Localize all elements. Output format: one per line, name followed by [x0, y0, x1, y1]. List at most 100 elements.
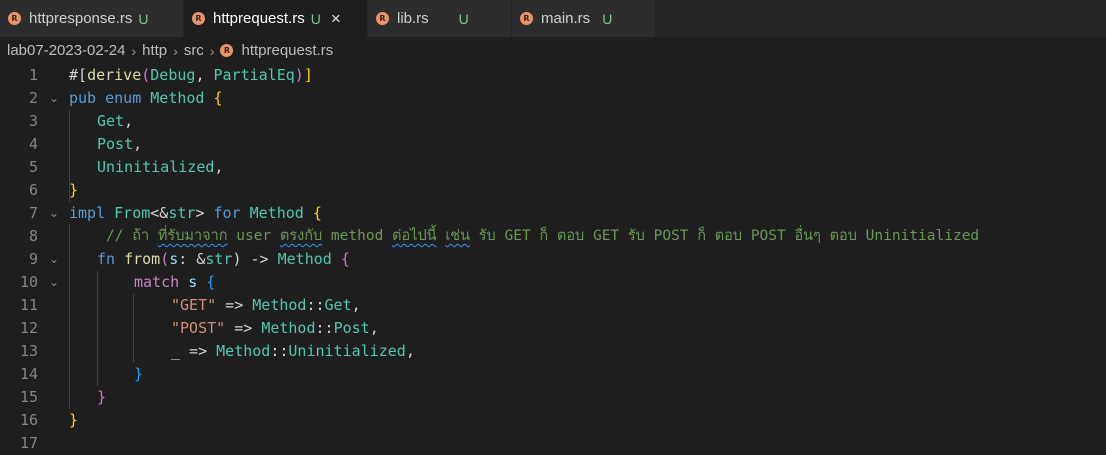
chevron-right-icon: › [209, 42, 215, 59]
token: impl [69, 204, 106, 222]
tab-label: httprequest.rs [213, 10, 305, 27]
fold-chevron-icon[interactable]: ⌄ [49, 248, 59, 271]
token: รับ GET ก็ ตอบ GET รับ POST ก็ ตอบ POST … [470, 228, 980, 244]
code-line: 8 // ถ้า ที่รับมาจาก user ตรงกับ method … [0, 225, 1106, 248]
code-line: 2 ⌄ pub enum Method { [0, 87, 1106, 110]
token: , [214, 158, 224, 176]
token: ( [141, 66, 151, 84]
token: from [124, 250, 161, 268]
code-text: } [134, 363, 143, 386]
token: fn [97, 250, 116, 268]
code-comment: // ถ้า ที่รับมาจาก user ตรงกับ method ต่… [106, 225, 979, 248]
editor-tab-bar: R httpresponse.rs U R httprequest.rs U ×… [0, 0, 1106, 37]
untracked-badge: U [310, 10, 321, 27]
tab-httprequest[interactable]: R httprequest.rs U × [184, 0, 368, 37]
line-number: 10 [19, 273, 38, 291]
token: Post [97, 135, 134, 153]
token: str [168, 204, 196, 222]
untracked-badge: U [458, 10, 469, 27]
line-number: 4 [28, 135, 38, 153]
code-text: } [69, 409, 78, 432]
breadcrumb: lab07-2023-02-24 › http › src › R httpre… [0, 37, 1106, 64]
line-number: 11 [19, 296, 38, 314]
tab-httpresponse[interactable]: R httpresponse.rs U [0, 0, 184, 37]
code-editor[interactable]: 1 #[derive(Debug, PartialEq)] 2 ⌄ pub en… [0, 64, 1106, 452]
rust-file-icon: R [220, 44, 234, 57]
line-number: 9 [28, 250, 38, 268]
token: => [216, 296, 253, 314]
token: ) -> [232, 250, 278, 268]
code-text: } [69, 179, 78, 202]
code-line: 17 [0, 432, 1106, 455]
token: { [312, 204, 322, 222]
code-line: 12 "POST" => Method::Post, [0, 317, 1106, 340]
token: "POST" [171, 319, 226, 337]
line-number: 5 [28, 158, 38, 176]
code-line: 16 } [0, 409, 1106, 432]
breadcrumb-item-file[interactable]: httprequest.rs [241, 42, 333, 59]
token: ] [303, 66, 313, 84]
code-text: "GET" => Method::Get, [171, 294, 361, 317]
code-text: } [97, 386, 106, 409]
token: #[ [69, 66, 88, 84]
token: Debug [150, 66, 196, 84]
token: match [134, 273, 180, 291]
breadcrumb-item-src[interactable]: src [184, 42, 204, 59]
code-text: fn from(s: &str) -> Method { [97, 248, 350, 271]
code-line: 14 } [0, 363, 1106, 386]
token: } [69, 411, 79, 429]
token: :: [315, 319, 334, 337]
code-text: #[derive(Debug, PartialEq)] [69, 64, 313, 87]
line-number: 2 [28, 89, 38, 107]
code-text: impl From<&str> for Method { [69, 202, 322, 225]
token: From [114, 204, 151, 222]
token: s [188, 273, 198, 291]
fold-chevron-icon[interactable]: ⌄ [49, 87, 59, 110]
token: enum [105, 89, 142, 107]
fold-chevron-icon[interactable]: ⌄ [49, 202, 59, 225]
tab-main[interactable]: R main.rs U [512, 0, 656, 37]
token: str [205, 250, 233, 268]
breadcrumb-item-root[interactable]: lab07-2023-02-24 [7, 42, 125, 59]
token: Method [261, 319, 316, 337]
rust-file-icon: R [520, 12, 533, 25]
code-text: Uninitialized, [97, 156, 223, 179]
token: // ถ้า [106, 228, 158, 244]
line-number: 16 [19, 411, 38, 429]
code-line: 5 Uninitialized, [0, 156, 1106, 179]
fold-chevron-icon[interactable]: ⌄ [49, 271, 59, 294]
code-line: 6 } [0, 179, 1106, 202]
code-line: 7 ⌄ impl From<&str> for Method { [0, 202, 1106, 225]
token: <& [150, 204, 169, 222]
token: :: [306, 296, 325, 314]
token: Method [249, 204, 304, 222]
code-text: pub enum Method { [69, 87, 223, 110]
token: ) [294, 66, 304, 84]
token: , [351, 296, 361, 314]
token: _ [171, 342, 181, 360]
code-text: _ => Method::Uninitialized, [171, 340, 415, 363]
token: , [369, 319, 379, 337]
token: Post [333, 319, 370, 337]
line-number: 17 [19, 434, 38, 452]
breadcrumb-item-http[interactable]: http [142, 42, 167, 59]
token: => [225, 319, 262, 337]
line-number: 8 [28, 227, 38, 245]
token: Method [216, 342, 271, 360]
token: Get [97, 112, 125, 130]
token: , [195, 66, 214, 84]
spellcheck-token: ที่รับมาจาก [157, 228, 228, 244]
code-line: 1 #[derive(Debug, PartialEq)] [0, 64, 1106, 87]
close-icon[interactable]: × [331, 9, 341, 29]
token: Get [324, 296, 352, 314]
token: } [97, 388, 107, 406]
token: s [169, 250, 179, 268]
tab-lib[interactable]: R lib.rs U [368, 0, 512, 37]
